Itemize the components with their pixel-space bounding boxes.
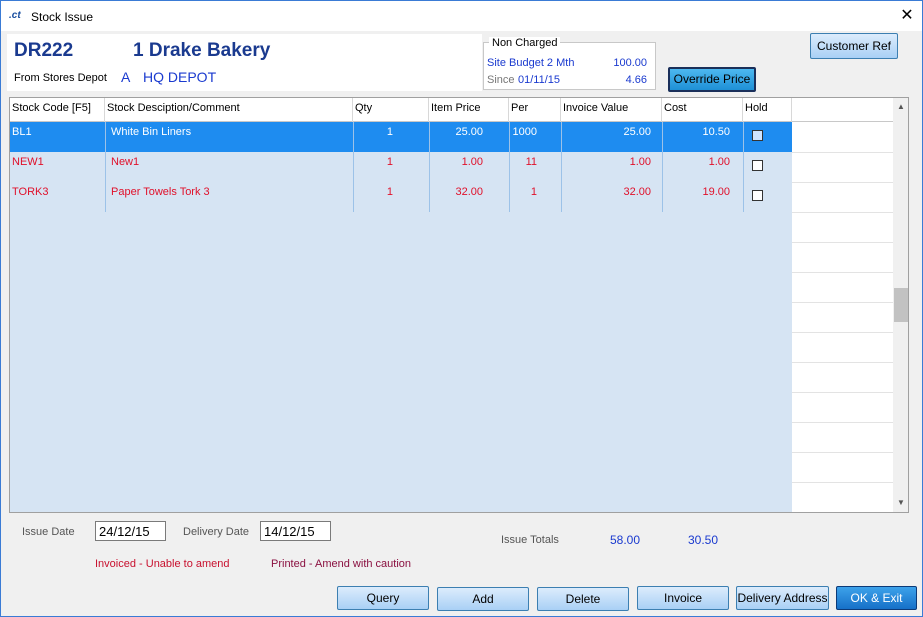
delivery-address-button[interactable]: Delivery Address: [736, 586, 829, 610]
per-cell: 1: [530, 186, 537, 198]
scroll-up-icon[interactable]: ▲: [893, 100, 908, 114]
grid-empty-column: [792, 122, 893, 512]
account-name: 1 Drake Bakery: [133, 40, 271, 61]
item-price-cell: 32.00: [455, 186, 483, 198]
table-row[interactable]: NEW1 New1 1 1.00 11 1.00 1.00: [10, 152, 792, 182]
invoice-button[interactable]: Invoice: [637, 586, 729, 610]
stock-code-cell: TORK3: [12, 186, 49, 198]
qty-cell: 1: [386, 126, 393, 138]
account-code: DR222: [14, 40, 74, 61]
from-depot-label: From Stores Depot: [14, 72, 107, 84]
column-header-invoice-value[interactable]: Invoice Value: [561, 98, 662, 122]
item-price-cell: 25.00: [455, 126, 483, 138]
invoice-value-cell: 1.00: [629, 156, 651, 168]
hold-checkbox[interactable]: [752, 160, 763, 171]
grid-body: BL1 White Bin Liners 1 25.00 1000 25.00 …: [10, 122, 792, 512]
column-header-per[interactable]: Per: [509, 98, 561, 122]
stock-code-cell: BL1: [12, 126, 32, 138]
issue-date-label: Issue Date: [22, 526, 75, 538]
vertical-scrollbar[interactable]: ▲ ▼: [893, 98, 908, 512]
since-date: 01/11/15: [518, 74, 561, 86]
per-cell: 1000: [512, 126, 537, 138]
grid-header: Stock Code [F5] Stock Desciption/Comment…: [10, 98, 893, 122]
app-logo-icon: .ct: [9, 10, 21, 21]
delivery-date-label: Delivery Date: [183, 526, 250, 538]
non-charged-title: Non Charged: [489, 37, 561, 49]
close-icon[interactable]: ✕: [895, 6, 919, 26]
override-price-button[interactable]: Override Price: [668, 67, 756, 92]
stock-issue-window: .ct Stock Issue ✕ DR222 1 Drake Bakery F…: [0, 0, 923, 617]
column-header-description[interactable]: Stock Desciption/Comment: [105, 98, 353, 122]
column-header-cost[interactable]: Cost: [662, 98, 743, 122]
cost-cell: 10.50: [702, 126, 730, 138]
delivery-date-field[interactable]: [260, 521, 331, 541]
invoice-value-cell: 32.00: [623, 186, 651, 198]
invoice-value-cell: 25.00: [623, 126, 651, 138]
title-bar: .ct Stock Issue ✕: [1, 1, 922, 31]
scroll-thumb[interactable]: [894, 288, 908, 322]
query-button[interactable]: Query: [337, 586, 429, 610]
customer-ref-button[interactable]: Customer Ref: [810, 33, 898, 59]
cost-cell: 1.00: [708, 156, 730, 168]
total-cost-value: 30.50: [687, 533, 718, 547]
since-value: 4.66: [625, 74, 647, 86]
column-header-stock-code[interactable]: Stock Code [F5]: [10, 98, 105, 122]
delete-button[interactable]: Delete: [537, 587, 629, 611]
scroll-down-icon[interactable]: ▼: [893, 496, 908, 510]
stock-lines-grid: Stock Code [F5] Stock Desciption/Comment…: [9, 97, 909, 513]
total-invoice-value: 58.00: [609, 533, 640, 547]
column-header-qty[interactable]: Qty: [353, 98, 429, 122]
column-header-hold[interactable]: Hold: [743, 98, 792, 122]
hold-checkbox[interactable]: [752, 190, 763, 201]
account-header-panel: DR222 1 Drake Bakery From Stores Depot A…: [7, 34, 482, 91]
site-budget-value: 100.00: [613, 57, 647, 69]
table-row[interactable]: TORK3 Paper Towels Tork 3 1 32.00 1 32.0…: [10, 182, 792, 212]
hold-checkbox[interactable]: [752, 130, 763, 141]
cost-cell: 19.00: [702, 186, 730, 198]
since-label: Since: [487, 74, 515, 86]
depot-name: HQ DEPOT: [143, 69, 217, 85]
stock-code-cell: NEW1: [12, 156, 44, 168]
site-budget-label: Site Budget 2 Mth: [487, 57, 575, 69]
issue-date-field[interactable]: [95, 521, 166, 541]
printed-legend: Printed - Amend with caution: [271, 558, 412, 570]
description-cell: New1: [111, 156, 140, 168]
window-title: Stock Issue: [31, 10, 94, 24]
item-price-cell: 1.00: [461, 156, 483, 168]
qty-cell: 1: [386, 156, 393, 168]
per-cell: 11: [525, 156, 537, 168]
table-row[interactable]: BL1 White Bin Liners 1 25.00 1000 25.00 …: [10, 122, 792, 152]
qty-cell: 1: [386, 186, 393, 198]
column-header-item-price[interactable]: Item Price: [429, 98, 509, 122]
description-cell: White Bin Liners: [111, 126, 192, 138]
invoiced-legend: Invoiced - Unable to amend: [95, 558, 230, 570]
depot-code[interactable]: A: [121, 69, 130, 85]
issue-totals-label: Issue Totals: [501, 534, 559, 546]
ok-exit-button[interactable]: OK & Exit: [836, 586, 917, 610]
add-button[interactable]: Add: [437, 587, 529, 611]
description-cell: Paper Towels Tork 3: [111, 186, 210, 198]
